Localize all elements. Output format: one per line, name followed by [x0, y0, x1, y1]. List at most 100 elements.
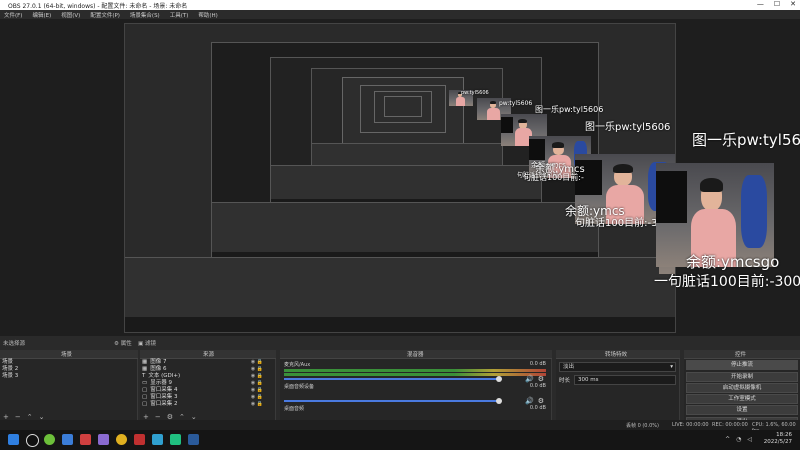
transitions-panel: 淡出 ▾ 时长 300 ms [556, 359, 680, 421]
scene-item[interactable]: 场景 2 [0, 366, 137, 373]
steam-icon[interactable] [188, 434, 199, 445]
controls-panel: 停止推流 开始录制 启动虚拟摄像机 工作室模式 设置 退出 [684, 359, 800, 427]
source-label: 图像 7 [150, 359, 167, 365]
obs-icon[interactable] [26, 434, 39, 447]
transition-select[interactable]: 淡出 ▾ [559, 362, 676, 372]
status-bar: 丢帧 0 (0.0%) LIVE: 00:00:00 REC: 00:00:00… [0, 420, 800, 434]
image-icon: ▦ [142, 359, 148, 365]
source-item[interactable]: ▭ 显示器 9 ◉ 🔒 [140, 380, 275, 387]
properties-button[interactable]: ⚙ 属性 [114, 339, 132, 347]
source-label: 图像 6 [150, 366, 167, 372]
source-item[interactable]: ▢ 窗口采集 2 ◉ 🔒 [140, 401, 275, 408]
window-titlebar: OBS 27.0.1 (64-bit, windows) - 配置文件: 未命名… [0, 0, 800, 10]
gear-icon[interactable]: ⚙ [538, 375, 544, 383]
window-icon: ▢ [142, 401, 148, 407]
stop-streaming-button[interactable]: 停止推流 [686, 360, 798, 371]
menu-scene-collection[interactable]: 场景集合(S) [130, 11, 160, 19]
gear-icon[interactable]: ⚙ [538, 397, 544, 405]
volume-slider[interactable] [284, 376, 502, 382]
chevron-down-icon: ▾ [670, 364, 673, 370]
app-icon[interactable] [80, 434, 91, 445]
maximize-button[interactable]: ☐ [774, 0, 780, 8]
duration-input[interactable]: 300 ms [574, 375, 676, 385]
app-icon[interactable] [44, 434, 55, 445]
live-time: LIVE: 00:00:00 [672, 422, 709, 428]
settings-button[interactable]: 设置 [686, 405, 798, 416]
volume-icon[interactable]: ◁ [747, 436, 752, 443]
channel-db: 0.0 dB [529, 361, 546, 367]
overlay-echo-text: 图一乐pw:tyl5606 [585, 122, 671, 133]
source-label: 显示器 9 [150, 380, 172, 386]
monitor-icon: ▭ [142, 380, 148, 386]
menu-bar: 文件(F) 编辑(E) 视图(V) 配置文件(P) 场景集合(S) 工具(T) … [0, 10, 800, 19]
eye-icon[interactable]: ◉ 🔒 [251, 366, 263, 373]
studio-mode-button[interactable]: 工作室模式 [686, 394, 798, 405]
start-virtual-camera-button[interactable]: 启动虚拟摄像机 [686, 382, 798, 393]
chevron-up-icon[interactable]: ^ [725, 436, 730, 443]
channel-db: 0.0 dB [529, 383, 546, 389]
clock[interactable]: 18:26 2022/5/27 [764, 432, 792, 446]
app-icon[interactable] [134, 434, 145, 445]
sources-title: 来源 [203, 352, 215, 358]
window-icon: ▢ [142, 387, 148, 393]
mixer-panel: 麦克风/Aux 0.0 dB 🔊 ⚙ 桌面音频设备 0.0 dB 🔊 ⚙ 桌面音… [280, 359, 552, 421]
source-item[interactable]: ▢ 窗口采集 4 ◉ 🔒 [140, 387, 275, 394]
window-controls: — ☐ ✕ [757, 0, 796, 8]
no-source-label: 未选择源 [3, 341, 26, 347]
channel-name: 麦克风/Aux [284, 362, 311, 368]
menu-view[interactable]: 视图(V) [61, 11, 80, 19]
menu-file[interactable]: 文件(F) [4, 11, 22, 19]
menu-help[interactable]: 帮助(H) [198, 11, 217, 19]
overlay-echo-text: pw:tyl5606 [461, 90, 489, 96]
dropped-frames: 丢帧 0 (0.0%) [626, 423, 659, 429]
scene-item[interactable]: 场景 [0, 359, 137, 366]
mixer-channel: 桌面音频 0.0 dB [284, 405, 546, 412]
tunnel-frame [384, 96, 422, 117]
app-icon[interactable] [152, 434, 163, 445]
source-item[interactable]: ▦ 图像 7 ◉ 🔒 [140, 359, 275, 366]
eye-icon[interactable]: ◉ 🔒 [251, 387, 263, 394]
preview-canvas[interactable]: pw:tyl5606 pw:tyl5606 图一乐pw:tyl5606 图一乐p… [124, 23, 676, 333]
scene-item[interactable]: 场景 3 [0, 373, 137, 380]
app-icon[interactable] [116, 434, 127, 445]
menu-edit[interactable]: 编辑(E) [32, 11, 51, 19]
transitions-dock-header: 转场特效 [556, 350, 680, 359]
controls-title: 控件 [735, 352, 747, 358]
window-title: OBS 27.0.1 (64-bit, windows) - 配置文件: 未命名… [8, 2, 188, 10]
folder-icon[interactable] [62, 434, 73, 445]
mixer-dock-header: 混音器 [280, 350, 552, 359]
source-label: 窗口采集 4 [150, 387, 178, 393]
source-label: 窗口采集 2 [150, 401, 178, 407]
eye-icon[interactable]: ◉ 🔒 [251, 373, 263, 380]
eye-icon[interactable]: ◉ 🔒 [251, 380, 263, 387]
overlay-echo-text: pw:tyl5606 [499, 100, 533, 107]
preview-area: pw:tyl5606 pw:tyl5606 图一乐pw:tyl5606 图一乐p… [0, 19, 800, 335]
eye-icon[interactable]: ◉ 🔒 [251, 401, 263, 408]
eye-icon[interactable]: ◉ 🔒 [251, 359, 263, 366]
controls-dock-header: 控件 [684, 350, 800, 359]
eye-icon[interactable]: ◉ 🔒 [251, 394, 263, 401]
close-button[interactable]: ✕ [790, 0, 796, 8]
duration-label: 时长 [559, 378, 571, 384]
app-icon[interactable] [98, 434, 109, 445]
level-meter [284, 373, 546, 376]
text-icon: T [142, 373, 146, 379]
minimize-button[interactable]: — [757, 0, 764, 8]
channel-db: 0.0 dB [529, 405, 546, 411]
menu-profile[interactable]: 配置文件(P) [90, 11, 120, 19]
filters-button[interactable]: ▣ 滤镜 [138, 339, 156, 347]
source-item[interactable]: T 文本 (GDI+) ◉ 🔒 [140, 373, 275, 380]
source-item[interactable]: ▢ 窗口采集 3 ◉ 🔒 [140, 394, 275, 401]
start-recording-button[interactable]: 开始录制 [686, 371, 798, 382]
app-icon[interactable] [170, 434, 181, 445]
speaker-icon[interactable]: 🔊 [525, 397, 534, 405]
source-item[interactable]: ▦ 图像 6 ◉ 🔒 [140, 366, 275, 373]
mixer-title: 混音器 [407, 352, 424, 358]
filters-label: 滤镜 [144, 341, 156, 347]
mixer-channel: 麦克风/Aux 0.0 dB 🔊 ⚙ [284, 361, 546, 383]
menu-tools[interactable]: 工具(T) [170, 11, 189, 19]
windows-start-icon[interactable] [8, 434, 19, 445]
network-icon[interactable]: ◔ [736, 436, 741, 443]
volume-slider[interactable] [284, 398, 502, 404]
speaker-icon[interactable]: 🔊 [525, 375, 534, 383]
